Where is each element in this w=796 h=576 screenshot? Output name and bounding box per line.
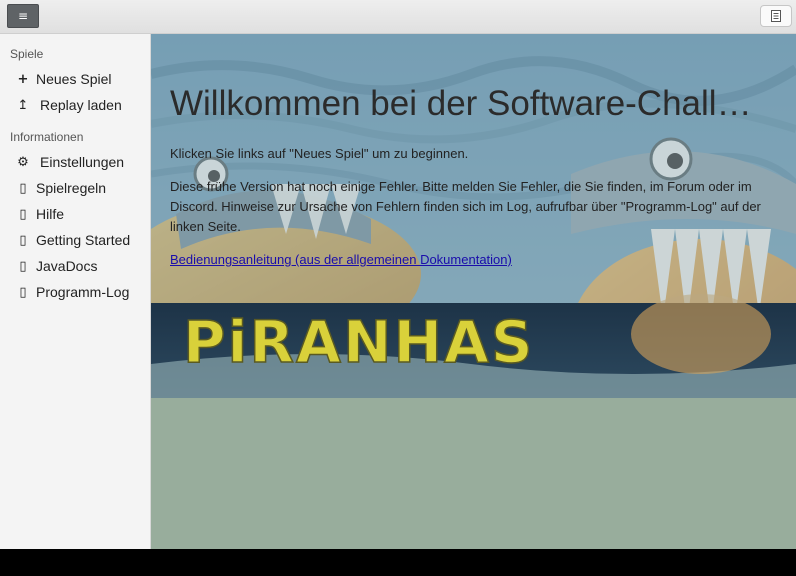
- sidebar-item-label: Hilfe: [36, 206, 65, 222]
- gear-icon: ⚙: [17, 154, 29, 170]
- missing-glyph-icon: ▯: [19, 284, 27, 300]
- plus-icon: +: [17, 71, 29, 87]
- piranhas-banner-text: PiRANHAS: [183, 308, 535, 376]
- sidebar-item-label: JavaDocs: [36, 258, 98, 274]
- intro-text: Klicken Sie links auf "Neues Spiel" um z…: [170, 146, 469, 161]
- sidebar-item-label: Replay laden: [40, 97, 122, 113]
- sidebar-item-label: Getting Started: [36, 232, 131, 248]
- main-content: PiRANHAS Willkommen bei der Software-Cha…: [151, 34, 796, 549]
- sidebar-item-label: Neues Spiel: [36, 71, 112, 87]
- missing-glyph-icon: ▯: [19, 206, 27, 222]
- sidebar-item-replay-laden[interactable]: ↥ Replay laden: [0, 92, 150, 118]
- document-icon: [771, 10, 781, 22]
- sidebar: Spiele + Neues Spiel ↥ Replay laden Info…: [0, 34, 151, 549]
- hamburger-icon: ≡: [17, 9, 29, 23]
- title-bar: ≡: [0, 0, 796, 34]
- section-title-informationen: Informationen: [10, 130, 84, 144]
- sidebar-item-label: Spielregeln: [36, 180, 107, 196]
- sidebar-item-spielregeln[interactable]: ▯ Spielregeln: [0, 175, 150, 201]
- menu-toggle-button[interactable]: ≡: [7, 4, 39, 28]
- sidebar-item-neues-spiel[interactable]: + Neues Spiel: [0, 66, 150, 92]
- sidebar-item-programm-log[interactable]: ▯ Programm-Log: [0, 279, 150, 305]
- documentation-link[interactable]: Bedienungsanleitung (aus der allgemeinen…: [170, 252, 512, 267]
- sidebar-item-einstellungen[interactable]: ⚙ Einstellungen: [0, 149, 150, 175]
- missing-glyph-icon: ▯: [19, 232, 27, 248]
- sidebar-item-label: Einstellungen: [40, 154, 125, 170]
- sidebar-item-javadocs[interactable]: ▯ JavaDocs: [0, 253, 150, 279]
- notice-text: Diese frühe Version hat noch einige Fehl…: [170, 179, 761, 234]
- missing-glyph-icon: ▯: [19, 180, 27, 196]
- page-title: Willkommen bei der Software-Challenge!: [170, 84, 770, 123]
- sidebar-item-label: Programm-Log: [36, 284, 130, 300]
- upload-icon: ↥: [17, 97, 29, 113]
- missing-glyph-icon: ▯: [19, 258, 27, 274]
- sidebar-item-getting-started[interactable]: ▯ Getting Started: [0, 227, 150, 253]
- section-title-spiele: Spiele: [10, 47, 44, 61]
- document-button[interactable]: [760, 5, 792, 27]
- sidebar-item-hilfe[interactable]: ▯ Hilfe: [0, 201, 150, 227]
